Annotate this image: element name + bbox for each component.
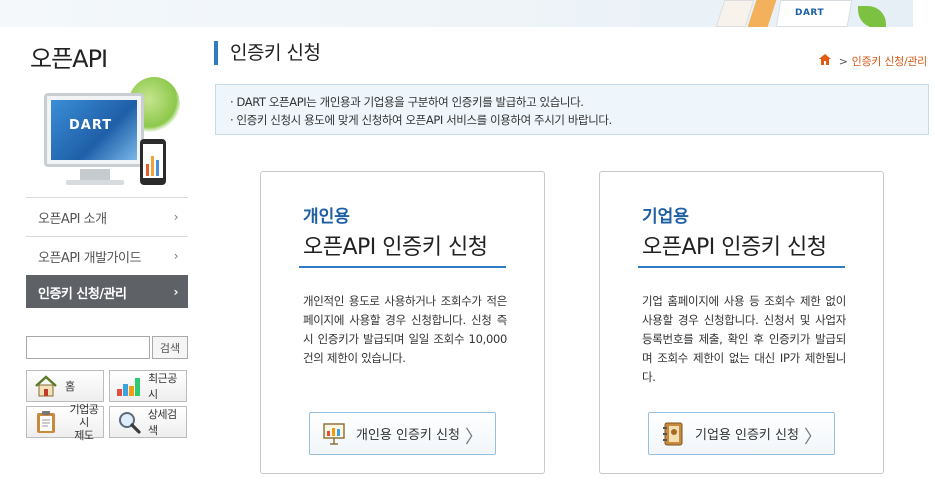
home-icon[interactable]: [818, 54, 831, 68]
search-button[interactable]: 검색: [152, 336, 188, 359]
card-headline: 오픈API 인증키 신청: [303, 235, 488, 260]
button-label: 개인용 인증키 신청: [356, 428, 460, 443]
chevron-right-icon: ›: [173, 210, 179, 224]
sidebar-item-label: 인증키 신청/관리: [38, 286, 127, 302]
card-divider: [638, 266, 845, 268]
chevron-right-icon: ›: [173, 249, 179, 263]
sidebar-item-dev-guide[interactable]: 오픈API 개발가이드 ›: [26, 236, 188, 275]
breadcrumb-current[interactable]: 인증키 신청/관리: [852, 53, 928, 69]
breadcrumb-separator: >: [838, 54, 848, 68]
sidebar-item-label: 오픈API 소개: [38, 211, 107, 227]
magnifier-icon: [116, 410, 142, 434]
quick-link-label: 상세검색: [147, 408, 177, 437]
card-headline: 오픈API 인증키 신청: [642, 235, 827, 260]
quick-links: 홈 최근공시 기업공시 제도 상세검색: [26, 370, 188, 442]
corporate-key-apply-button[interactable]: 기업용 인증키 신청 〉: [648, 412, 835, 455]
sidebar-title: 오픈API: [30, 45, 108, 73]
notice-line: · 인증키 신청시 용도에 맞게 신청하여 오픈API 서비스를 이용하여 주시…: [230, 113, 612, 127]
house-icon: [33, 374, 59, 398]
chevron-right-icon: 〉: [465, 427, 483, 448]
monitor-icon: DART: [44, 93, 144, 167]
notebook-icon: [661, 422, 685, 446]
chevron-right-icon: ›: [173, 285, 179, 299]
card-kind: 기업용: [642, 207, 689, 227]
card-description: 기업 홈페이지에 사용 등 조회수 제한 없이 사용할 경우 신청합니다. 신청…: [642, 294, 846, 384]
breadcrumb: > 인증키 신청/관리: [818, 53, 928, 69]
quick-link-label: 최근공시: [148, 372, 177, 401]
notice-box: · DART 오픈API는 개인용과 기업용을 구분하여 인증키를 발급하고 있…: [215, 84, 929, 135]
quick-link-detail-search[interactable]: 상세검색: [109, 406, 187, 438]
corporate-key-card: 기업용 오픈API 인증키 신청 기업 홈페이지에 사용 등 조회수 제한 없이…: [599, 171, 884, 474]
card-divider: [299, 266, 506, 268]
leaf-icon: [858, 6, 886, 27]
quick-link-disclosure-system[interactable]: 기업공시 제도: [26, 403, 104, 442]
top-banner: DART: [0, 0, 913, 27]
chevron-right-icon: 〉: [804, 427, 822, 448]
clipboard-icon: [33, 410, 59, 434]
quick-link-recent-disclosure[interactable]: 최근공시: [109, 370, 187, 402]
sidebar-item-key-management[interactable]: 인증키 신청/관리 ›: [26, 275, 188, 308]
presentation-chart-icon: [322, 422, 346, 446]
sidebar-item-label: 오픈API 개발가이드: [38, 250, 141, 266]
sidebar-menu: 오픈API 소개 › 오픈API 개발가이드 › 인증키 신청/관리 ›: [26, 197, 188, 308]
main-content: 인증키 신청 > 인증키 신청/관리 · DART 오픈API는 개인용과 기업…: [214, 27, 929, 488]
banner-dart-logo: DART: [795, 8, 825, 18]
notice-line: · DART 오픈API는 개인용과 기업용을 구분하여 인증키를 발급하고 있…: [230, 95, 584, 109]
sidebar-item-openapi-intro[interactable]: 오픈API 소개 ›: [26, 197, 188, 236]
bar-chart-icon: [116, 374, 142, 398]
quick-link-label: 홈: [65, 380, 75, 393]
personal-key-card: 개인용 오픈API 인증키 신청 개인적인 용도로 사용하거나 조회수가 적은 …: [260, 171, 545, 474]
quick-link-home[interactable]: 홈: [26, 370, 104, 402]
card-description: 개인적인 용도로 사용하거나 조회수가 적은 페이지에 사용할 경우 신청합니다…: [303, 294, 507, 365]
search-input[interactable]: [26, 336, 150, 359]
sidebar: 오픈API DART 오픈API 소개 › 오픈API 개발가이드 › 인증키 …: [26, 27, 188, 488]
card-kind: 개인용: [303, 207, 350, 227]
hero-dart-logo: DART: [69, 118, 113, 133]
sidebar-search: 검색: [26, 336, 188, 359]
page-title: 인증키 신청: [214, 41, 321, 65]
quick-link-label: 기업공시 제도: [69, 402, 99, 442]
smartphone-icon: [140, 139, 166, 185]
personal-key-apply-button[interactable]: 개인용 인증키 신청 〉: [309, 412, 496, 455]
button-label: 기업용 인증키 신청: [695, 428, 799, 443]
